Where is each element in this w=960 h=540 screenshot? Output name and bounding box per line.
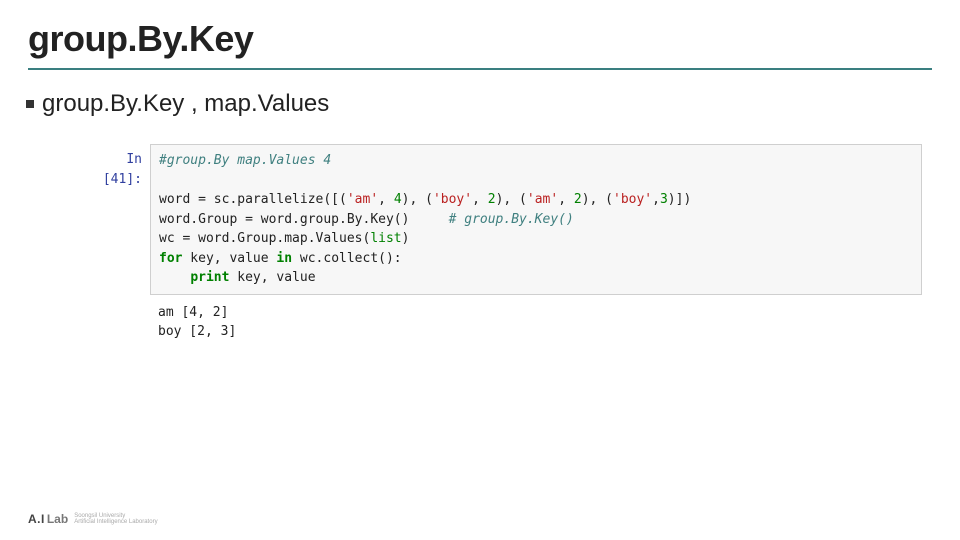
code-area: #group.By map.Values 4 word = sc.paralle…	[150, 144, 922, 295]
output-area: am [4, 2] boy [2, 3]	[150, 301, 922, 348]
code-text: ), (	[496, 192, 527, 207]
code-num: 2	[574, 192, 582, 207]
code-keyword: in	[276, 251, 292, 266]
output-cell: . am [4, 2] boy [2, 3]	[88, 301, 922, 348]
footer-lab: Lab	[47, 512, 68, 526]
code-num: 3	[660, 192, 668, 207]
code-text: ,	[472, 192, 488, 207]
bullet-marker	[26, 100, 34, 108]
code-str: 'boy'	[613, 192, 652, 207]
code-text: ,	[652, 192, 660, 207]
title-underline	[28, 68, 932, 70]
code-text: wc = word.Group.map.Values(	[159, 231, 370, 246]
code-text: )	[402, 231, 410, 246]
code-num: 4	[394, 192, 402, 207]
footer-ai: A.I	[28, 512, 45, 526]
footer-sub-line2: Artificial Intelligence Laboratory	[74, 519, 157, 525]
code-str: 'am'	[527, 192, 558, 207]
code-text: ), (	[582, 192, 613, 207]
code-builtin: list	[370, 231, 401, 246]
code-comment: #group.By map.Values 4	[159, 153, 331, 168]
code-text: word = sc.parallelize([(	[159, 192, 347, 207]
page-title: group.By.Key	[28, 18, 932, 60]
code-text: )])	[668, 192, 691, 207]
code-str: 'boy'	[433, 192, 472, 207]
bullet-row: group.By.Key , map.Values	[26, 92, 932, 116]
bullet-text: group.By.Key , map.Values	[42, 92, 329, 116]
code-text: word.Group = word.group.By.Key()	[159, 212, 449, 227]
code-str: 'am'	[347, 192, 378, 207]
code-text: key, value	[182, 251, 276, 266]
code-text: ), (	[402, 192, 433, 207]
code-text: wc.collect():	[292, 251, 402, 266]
notebook: In [41]: #group.By map.Values 4 word = s…	[88, 144, 922, 348]
code-num: 2	[488, 192, 496, 207]
code-text	[159, 270, 190, 285]
code-keyword: for	[159, 251, 182, 266]
cell-prompt: In [41]:	[88, 144, 150, 295]
code-cell: In [41]: #group.By map.Values 4 word = s…	[88, 144, 922, 295]
footer-logo: A.I Lab Soongsil University Artificial I…	[28, 512, 158, 526]
code-keyword: print	[190, 270, 229, 285]
footer-sub: Soongsil University Artificial Intellige…	[74, 513, 157, 525]
code-text: key, value	[229, 270, 315, 285]
code-comment: # group.By.Key()	[449, 212, 574, 227]
code-text: ,	[558, 192, 574, 207]
code-text: ,	[378, 192, 394, 207]
slide-root: group.By.Key group.By.Key , map.Values I…	[0, 0, 960, 540]
